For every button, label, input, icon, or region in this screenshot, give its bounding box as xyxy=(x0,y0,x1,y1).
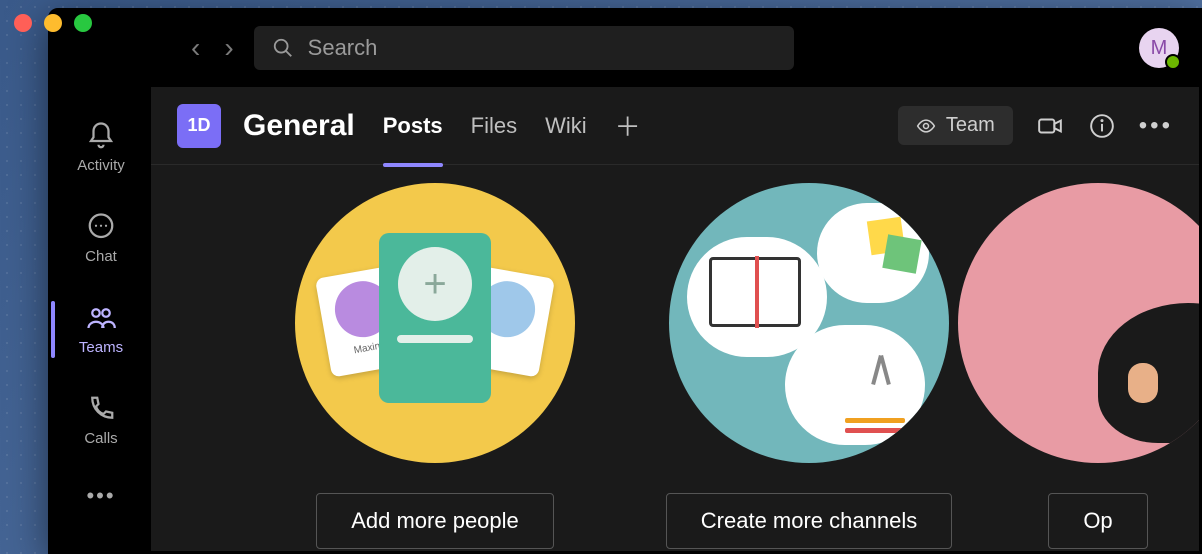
avatar-initial: M xyxy=(1151,37,1168,60)
video-icon xyxy=(1037,113,1063,139)
channel-tabs: Posts Files Wiki ＋ xyxy=(383,107,641,145)
channel-info-button[interactable] xyxy=(1087,111,1117,141)
close-window-button[interactable] xyxy=(14,14,32,32)
search-input[interactable]: Search xyxy=(254,26,794,70)
window-traffic-lights xyxy=(14,14,92,32)
add-tab-button[interactable]: ＋ xyxy=(615,107,641,144)
card-create-channels: Create more channels xyxy=(649,183,969,551)
bell-icon xyxy=(86,121,116,151)
title-bar: ‹ › Search M xyxy=(51,11,1199,87)
profile-avatar[interactable]: M xyxy=(1139,28,1179,68)
tab-label: Posts xyxy=(383,113,443,138)
rail-teams[interactable]: Teams xyxy=(51,297,151,362)
tab-wiki[interactable]: Wiki xyxy=(545,107,587,145)
teams-icon xyxy=(86,303,116,333)
minimize-window-button[interactable] xyxy=(44,14,62,32)
button-label: Create more channels xyxy=(701,508,917,533)
rail-label: Teams xyxy=(79,339,123,356)
channel-name: General xyxy=(243,109,355,143)
pencils-icon xyxy=(845,418,905,423)
rail-label: Calls xyxy=(84,430,117,447)
eye-icon xyxy=(916,116,936,136)
more-options-button[interactable]: ••• xyxy=(1139,112,1173,140)
search-icon xyxy=(272,37,294,59)
button-label: Add more people xyxy=(351,508,519,533)
meet-button[interactable] xyxy=(1035,111,1065,141)
sticky-note-icon xyxy=(882,234,921,273)
team-tile[interactable]: 1D xyxy=(177,104,221,148)
search-placeholder: Search xyxy=(308,35,378,61)
team-visibility-label: Team xyxy=(946,114,995,137)
add-people-illustration: Maxine + xyxy=(295,183,575,463)
scissors-icon xyxy=(867,355,895,391)
rail-more-button[interactable]: ••• xyxy=(86,483,115,509)
add-people-button[interactable]: Add more people xyxy=(316,493,554,549)
rail-activity[interactable]: Activity xyxy=(51,115,151,180)
card-open-faq: Op xyxy=(1023,183,1173,551)
rail-calls[interactable]: Calls xyxy=(51,388,151,453)
channel-header: 1D General Posts Files Wiki ＋ Team xyxy=(151,87,1199,165)
open-faq-illustration xyxy=(958,183,1199,463)
button-label: Op xyxy=(1083,508,1112,533)
add-card-icon: + xyxy=(379,233,491,403)
app-rail: Activity Chat Teams Calls ••• xyxy=(51,87,151,551)
presence-available-icon xyxy=(1165,54,1181,70)
info-icon xyxy=(1089,113,1115,139)
rail-label: Activity xyxy=(77,157,125,174)
chat-icon xyxy=(86,212,116,242)
nav-back-button[interactable]: ‹ xyxy=(191,32,200,64)
tab-posts[interactable]: Posts xyxy=(383,107,443,145)
create-channels-button[interactable]: Create more channels xyxy=(666,493,952,549)
team-tile-text: 1D xyxy=(187,115,210,136)
tab-label: Files xyxy=(471,113,517,138)
app-window: ‹ › Search M Activity Chat Teams xyxy=(48,8,1202,554)
nav-forward-button[interactable]: › xyxy=(224,32,233,64)
card-add-people: Maxine + Add more people xyxy=(275,183,595,551)
create-channels-illustration xyxy=(669,183,949,463)
main-pane: 1D General Posts Files Wiki ＋ Team xyxy=(151,87,1199,551)
onboarding-cards: Maxine + Add more people xyxy=(151,165,1199,551)
plus-icon: + xyxy=(398,247,472,321)
rail-label: Chat xyxy=(85,248,117,265)
phone-icon xyxy=(86,394,116,424)
tab-files[interactable]: Files xyxy=(471,107,517,145)
open-faq-button[interactable]: Op xyxy=(1048,493,1147,549)
nav-history: ‹ › xyxy=(191,32,234,64)
rail-chat[interactable]: Chat xyxy=(51,206,151,271)
maximize-window-button[interactable] xyxy=(74,14,92,32)
notebook-icon xyxy=(709,257,801,327)
tab-label: Wiki xyxy=(545,113,587,138)
team-visibility-button[interactable]: Team xyxy=(898,106,1013,145)
